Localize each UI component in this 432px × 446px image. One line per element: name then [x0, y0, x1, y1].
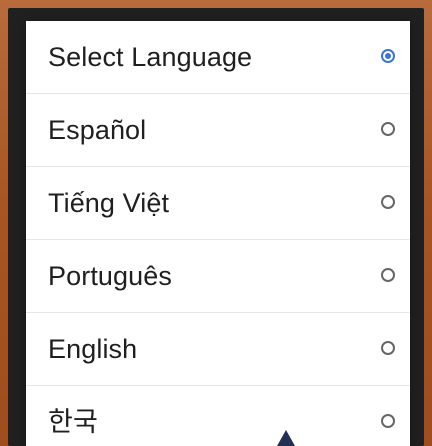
- language-option-label: Português: [48, 261, 172, 291]
- language-option-english[interactable]: English: [26, 313, 410, 386]
- radio-icon[interactable]: [381, 341, 395, 355]
- language-option-label: Select Language: [48, 42, 253, 72]
- language-option-label: 한국: [48, 407, 98, 437]
- language-option-label: Español: [48, 115, 147, 145]
- radio-icon[interactable]: [381, 414, 395, 428]
- language-select-dialog: Select Language Español Tiếng Việt Portu…: [26, 21, 410, 446]
- radio-selected-icon[interactable]: [381, 49, 395, 63]
- language-option-espanol[interactable]: Español: [26, 94, 410, 167]
- device-frame: Select Language Español Tiếng Việt Portu…: [0, 0, 432, 446]
- up-arrow-cursor-icon: [277, 430, 295, 446]
- language-option-label: Tiếng Việt: [48, 188, 170, 218]
- radio-icon[interactable]: [381, 122, 395, 136]
- language-option-tieng-viet[interactable]: Tiếng Việt: [26, 167, 410, 240]
- radio-icon[interactable]: [381, 195, 395, 209]
- language-option-portugues[interactable]: Português: [26, 240, 410, 313]
- language-option-select-language[interactable]: Select Language: [26, 21, 410, 94]
- radio-icon[interactable]: [381, 268, 395, 282]
- language-option-korean[interactable]: 한국: [26, 386, 410, 446]
- language-option-label: English: [48, 334, 138, 364]
